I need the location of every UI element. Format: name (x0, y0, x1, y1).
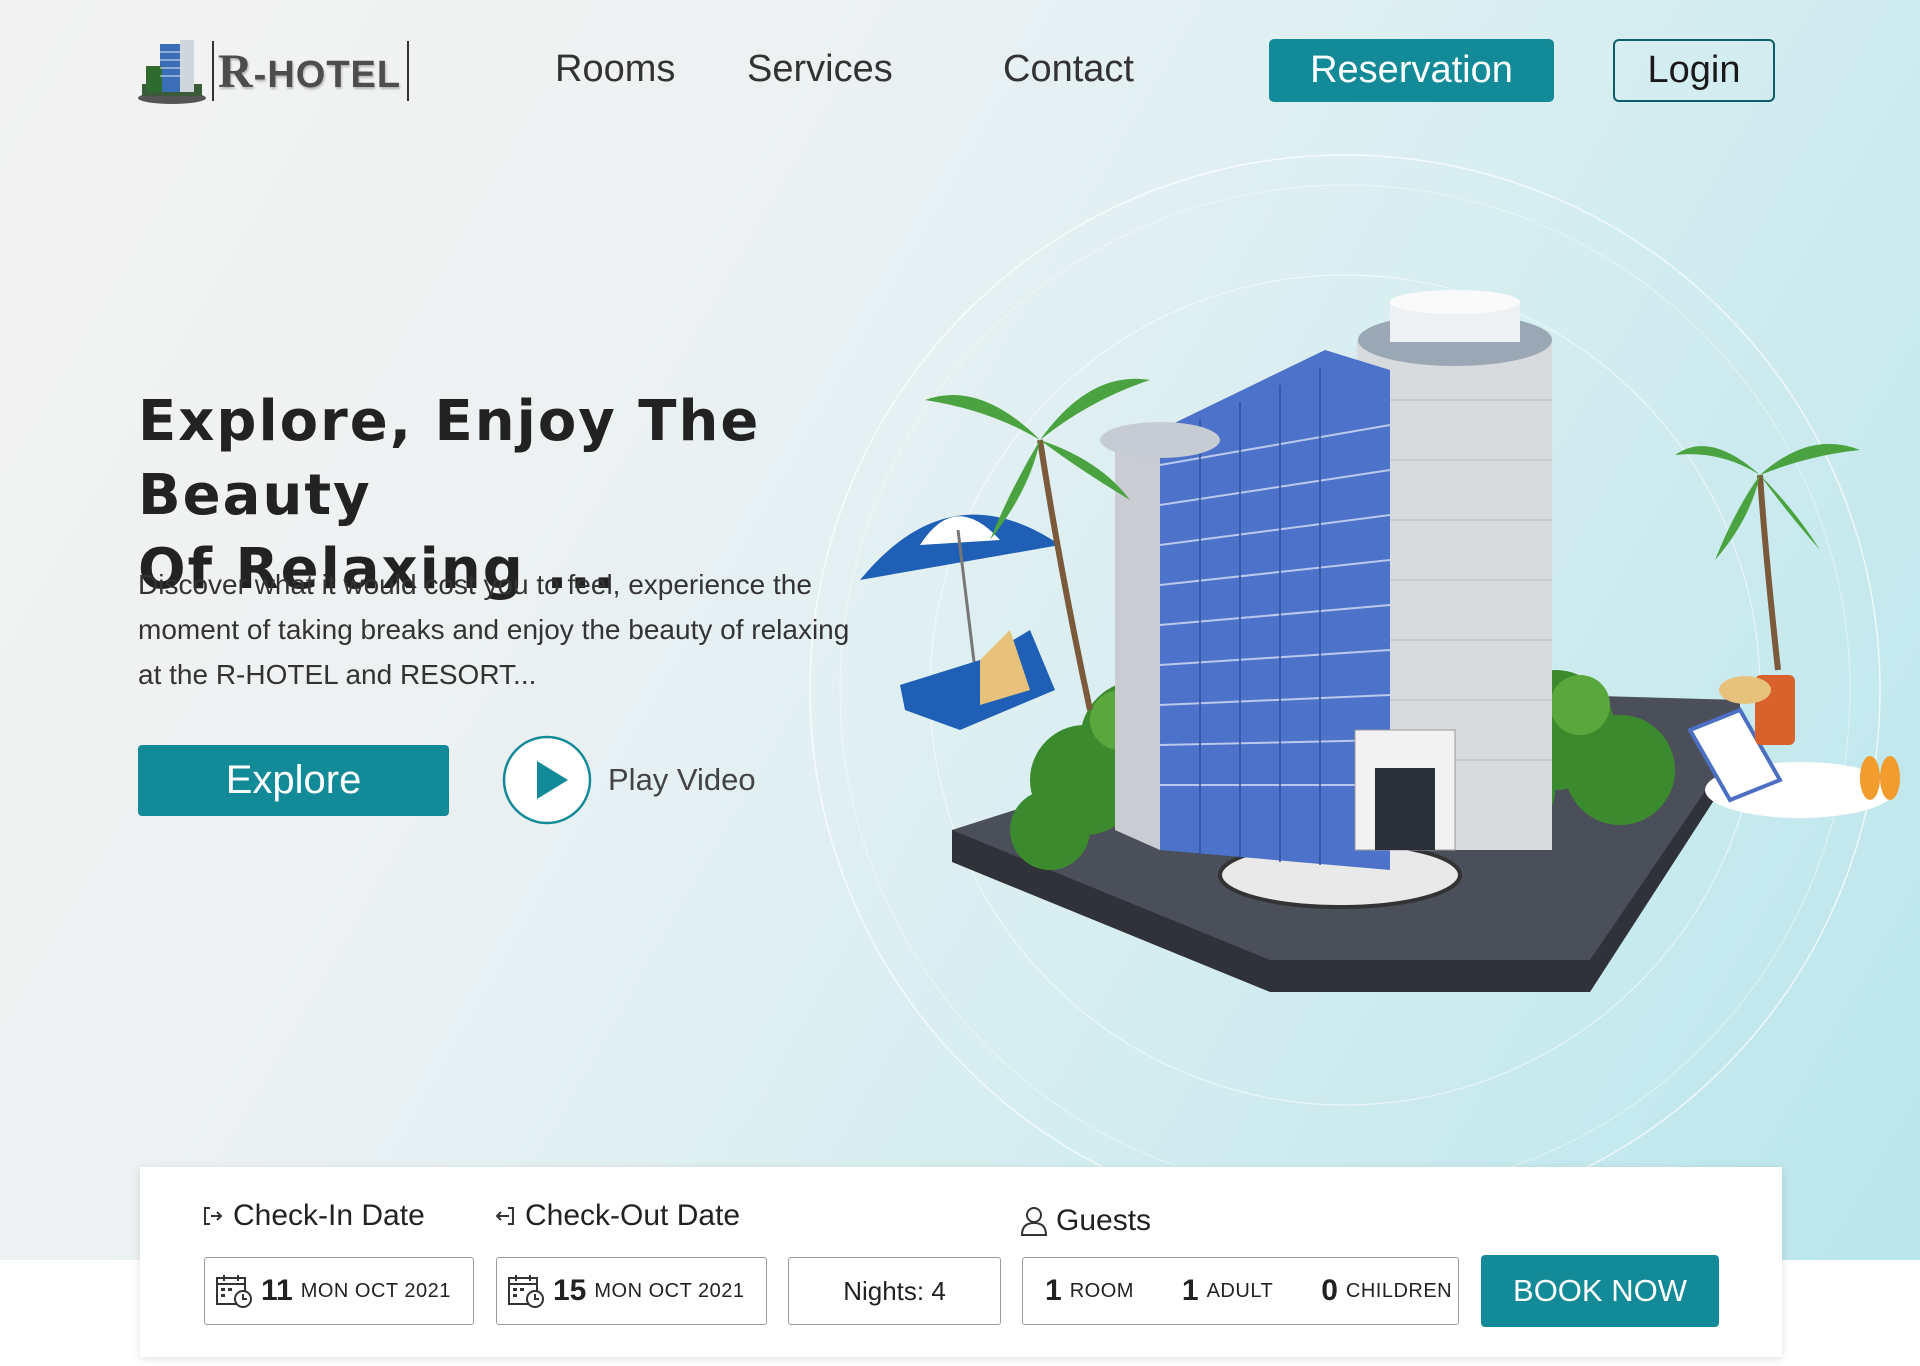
nav-services[interactable]: Services (747, 48, 893, 91)
checkout-icon (495, 1207, 514, 1225)
hero-description: Discover what it would cost you to feel,… (138, 569, 850, 690)
adults-count: 1 (1181, 1274, 1199, 1307)
explore-button[interactable]: Explore (138, 745, 449, 816)
checkin-icon (204, 1207, 223, 1225)
checkin-label: Check-In Date (201, 1199, 425, 1233)
checkout-date-field[interactable]: 15 MON OCT 2021 (496, 1257, 767, 1325)
brand-logo[interactable]: R-HOTEL (136, 36, 410, 106)
rooms-label: ROOM (1069, 1279, 1134, 1302)
guests-field[interactable]: 1 ROOM 1 ADULT 0 CHILDREN (1022, 1257, 1459, 1325)
logo-divider (407, 41, 410, 101)
nav-contact[interactable]: Contact (1003, 48, 1134, 91)
children-count: 0 (1321, 1274, 1338, 1307)
book-now-button[interactable]: BOOK NOW (1481, 1255, 1719, 1327)
hotel-illustration (860, 290, 1900, 992)
building-logo-icon (138, 40, 206, 104)
hero-title-line1: Explore, Enjoy The Beauty (138, 389, 761, 528)
nav-rooms[interactable]: Rooms (555, 48, 675, 91)
play-video-label: Play Video (608, 762, 756, 797)
calendar-clock-icon (508, 1275, 544, 1308)
user-icon (1020, 1207, 1048, 1236)
guests-label: Guests (1020, 1204, 1151, 1238)
logo-divider (212, 41, 214, 101)
play-icon (502, 735, 592, 825)
booking-panel: Check-In Date Check-Out Date Guests 11 M… (140, 1167, 1782, 1357)
adults-label: ADULT (1206, 1279, 1274, 1302)
login-button[interactable]: Login (1613, 39, 1775, 102)
checkout-label: Check-Out Date (493, 1199, 740, 1233)
reservation-button[interactable]: Reservation (1269, 39, 1554, 102)
logo-wordmark: R-HOTEL (218, 44, 402, 98)
play-video-button[interactable]: Play Video (502, 735, 756, 825)
nights-field[interactable]: Nights: 4 (788, 1257, 1001, 1325)
calendar-clock-icon (216, 1275, 252, 1308)
checkin-date-field[interactable]: 11 MON OCT 2021 (204, 1257, 474, 1325)
children-label: CHILDREN (1345, 1279, 1453, 1302)
rooms-count: 1 (1045, 1274, 1062, 1307)
